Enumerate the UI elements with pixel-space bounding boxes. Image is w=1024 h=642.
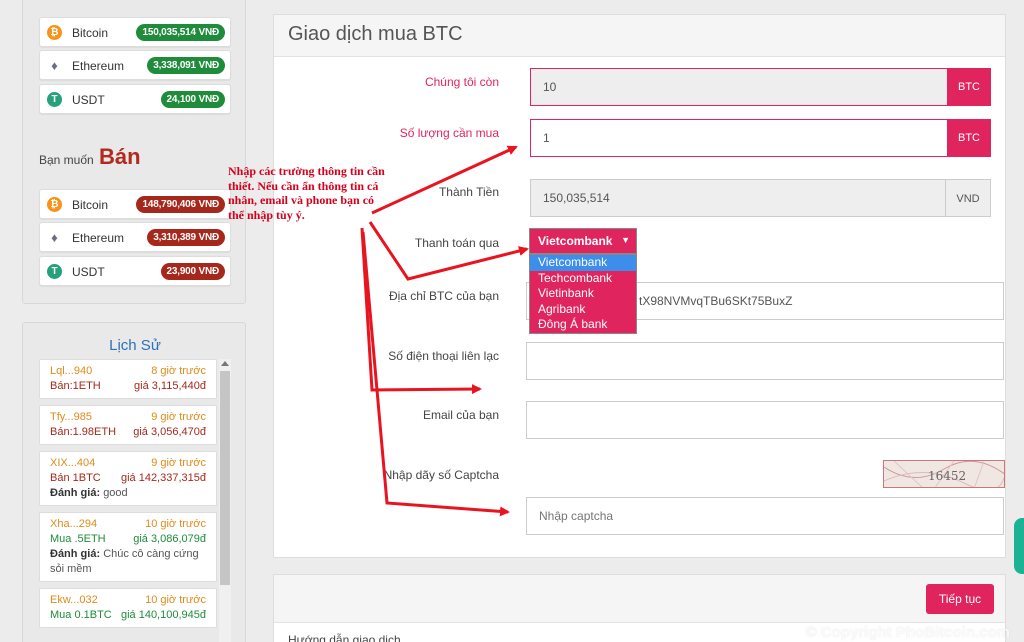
annotation-arrows <box>360 145 529 517</box>
arrow-to-phone <box>360 227 482 395</box>
copyright-watermark: © Copyright PhoBitcoin.com <box>805 624 1010 641</box>
arrow-to-quantity <box>371 145 518 215</box>
arrow-to-captcha <box>361 231 510 517</box>
arrow-to-payment <box>368 221 529 281</box>
